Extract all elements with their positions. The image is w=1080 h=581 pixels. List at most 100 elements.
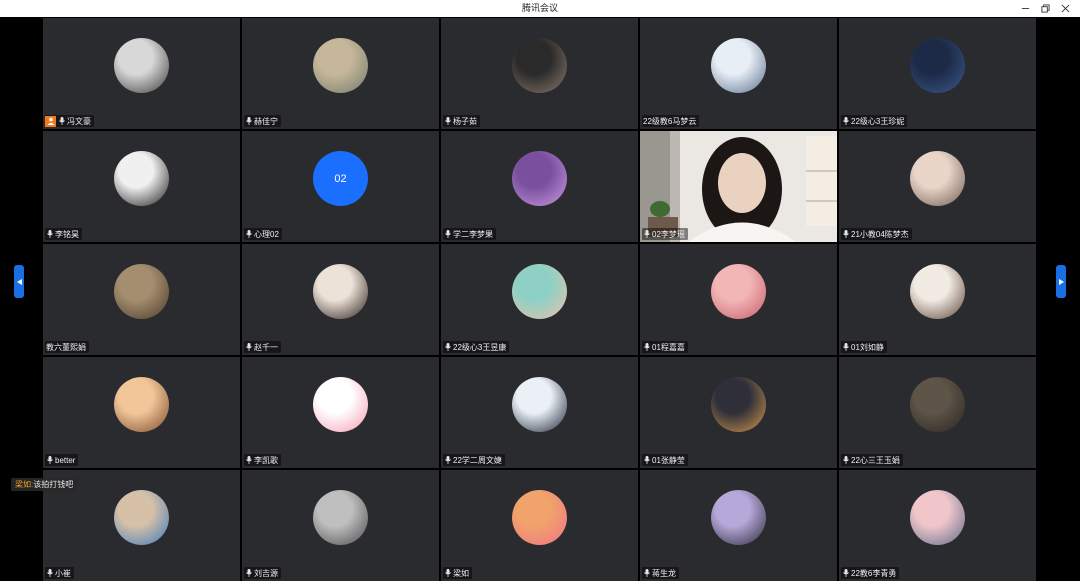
restore-icon	[1040, 4, 1050, 13]
participant-name: 21小教04陈梦杰	[851, 229, 909, 239]
participant-label: 赫佳宁	[244, 115, 281, 127]
chat-popup[interactable]: 梁如:该拍打钱吧	[11, 478, 78, 491]
participant-tile[interactable]: 李凯歌	[242, 357, 439, 468]
participant-name: 赫佳宁	[254, 116, 278, 126]
participant-tile[interactable]: 22级心3王昱康	[441, 244, 638, 355]
cartoon-girl-avatar	[910, 264, 965, 319]
participant-tile[interactable]: 刘吉源	[242, 470, 439, 581]
microphone-icon	[244, 455, 253, 466]
window-title: 腾讯会议	[521, 3, 558, 13]
grayscale-avatar	[313, 490, 368, 545]
vintage-avatar	[114, 264, 169, 319]
participant-tile[interactable]: 杨子茹	[441, 18, 638, 129]
next-page-button[interactable]	[1056, 265, 1066, 298]
participant-label: 01张静莹	[642, 454, 688, 466]
warm-avatar	[114, 377, 169, 432]
restore-button[interactable]	[1036, 0, 1054, 17]
participant-name: 冯文豪	[67, 116, 91, 126]
participant-name: 蒋生龙	[652, 568, 676, 578]
participant-name: 学二李梦果	[453, 229, 493, 239]
anime-avatar	[711, 38, 766, 93]
microphone-icon	[841, 455, 850, 466]
participant-name: 22级心3王珍妮	[851, 116, 905, 126]
participant-label: 02李梦瑶	[642, 228, 688, 240]
participant-tile[interactable]: 22级教6马梦云	[640, 18, 837, 129]
participant-tile[interactable]: 李铭昊	[43, 131, 240, 242]
participant-label: 梁如	[443, 567, 472, 579]
microphone-icon	[45, 455, 54, 466]
participant-label: 赵千一	[244, 341, 281, 353]
participant-tile[interactable]: 01张静莹	[640, 357, 837, 468]
microphone-icon	[45, 229, 54, 240]
participant-name: 22教6李青勇	[851, 568, 897, 578]
participant-tile[interactable]: 22级心3王珍妮	[839, 18, 1036, 129]
chevron-right-icon	[1058, 278, 1064, 285]
participant-label: 教六董熙娟	[45, 341, 89, 353]
minimize-icon	[1021, 8, 1029, 9]
panda-avatar	[114, 38, 169, 93]
microphone-icon	[244, 116, 253, 127]
chat-message: 该拍打钱吧	[33, 480, 74, 489]
participant-tile[interactable]: 01程嘉嘉	[640, 244, 837, 355]
participant-label: 01刘如静	[841, 341, 887, 353]
anime-dark-avatar	[512, 377, 567, 432]
participant-name: 02李梦瑶	[652, 229, 685, 239]
cat-avatar	[910, 377, 965, 432]
participant-tile[interactable]: 01刘如静	[839, 244, 1036, 355]
participant-tile[interactable]: 赵千一	[242, 244, 439, 355]
microphone-icon	[443, 342, 452, 353]
microphone-icon	[841, 342, 850, 353]
participant-tile[interactable]: 21小教04陈梦杰	[839, 131, 1036, 242]
participant-label: 22心三王玉娟	[841, 454, 903, 466]
participant-tile[interactable]: 冯文豪	[43, 18, 240, 129]
participant-name: 小崔	[55, 568, 71, 578]
participant-label: 01程嘉嘉	[642, 341, 688, 353]
participant-tile[interactable]: 22学二周文婕	[441, 357, 638, 468]
couple-cartoon-avatar	[910, 490, 965, 545]
participant-tile[interactable]: 02李梦瑶	[640, 131, 837, 242]
participant-tile[interactable]: 蒋生龙	[640, 470, 837, 581]
pink-bear-avatar	[313, 377, 368, 432]
minimize-button[interactable]	[1016, 0, 1034, 17]
participant-tile[interactable]: 22教6李青勇	[839, 470, 1036, 581]
close-button[interactable]	[1056, 0, 1074, 17]
girl-avatar	[910, 151, 965, 206]
previous-page-button[interactable]	[14, 265, 24, 298]
participant-tile[interactable]: 梁如	[441, 470, 638, 581]
participant-name: 01程嘉嘉	[652, 342, 685, 352]
pink-anime-avatar	[711, 264, 766, 319]
participant-tile[interactable]: better	[43, 357, 240, 468]
participant-label: 李凯歌	[244, 454, 281, 466]
participant-name: 赵千一	[254, 342, 278, 352]
chat-sender: 梁如:	[15, 480, 34, 489]
participant-name: 李凯歌	[254, 455, 278, 465]
microphone-icon	[244, 229, 253, 240]
participant-tile[interactable]: 02 心理02	[242, 131, 439, 242]
participant-label: 杨子茹	[443, 115, 480, 127]
photo-avatar	[313, 38, 368, 93]
participant-tile[interactable]: 赫佳宁	[242, 18, 439, 129]
microphone-icon	[244, 342, 253, 353]
participant-tile[interactable]: 教六董熙娟	[43, 244, 240, 355]
microphone-icon	[841, 116, 850, 127]
sketch-avatar	[114, 151, 169, 206]
microphone-icon	[642, 342, 651, 353]
participant-grid: 冯文豪 赫佳宁 杨子茹 22级教6马梦云 22级心3王珍妮李铭昊 02 心理02 学二李梦果 0…	[43, 18, 1037, 581]
participant-label: 22级心3王珍妮	[841, 115, 908, 127]
participant-name: 22级教6马梦云	[643, 116, 697, 126]
microphone-icon	[443, 568, 452, 579]
pastel-avatar	[711, 490, 766, 545]
participant-name: 22级心3王昱康	[453, 342, 507, 352]
glasses-avatar	[114, 490, 169, 545]
microphone-icon	[443, 229, 452, 240]
microphone-icon	[642, 455, 651, 466]
chevron-left-icon	[16, 278, 22, 285]
participant-label: 刘吉源	[244, 567, 281, 579]
microphone-icon	[45, 568, 54, 579]
participant-label: 蒋生龙	[642, 567, 679, 579]
participant-tile[interactable]: 学二李梦果	[441, 131, 638, 242]
microphone-icon	[443, 455, 452, 466]
participant-tile[interactable]: 22心三王玉娟	[839, 357, 1036, 468]
portrait-avatar	[512, 38, 567, 93]
microphone-icon	[443, 116, 452, 127]
